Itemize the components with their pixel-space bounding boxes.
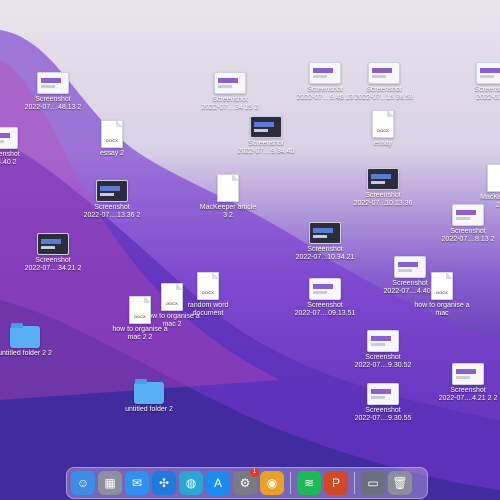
cleanmymac-icon[interactable]: ◍ (179, 471, 203, 495)
desktop-icon-docx[interactable]: MacKeeper article 3 2 (188, 174, 268, 220)
desktop-icon-screenshot[interactable]: Screenshot 2022-07...10.34.21 (285, 222, 365, 262)
desktop-icon-label: Screenshot 2022-07....9.30.55 (354, 407, 412, 422)
docx-file-icon: DOCX (372, 110, 394, 138)
spotify-icon[interactable]: ≋ (297, 471, 321, 495)
docx-file-icon: DOCX (431, 272, 453, 300)
desktop-icon-label: Screenshot 2022-07...10.34.21 (295, 246, 355, 261)
desktop-icon-screenshot[interactable]: Screenshot 2022-07...10.13.36 (343, 168, 423, 208)
app-store-icon[interactable]: A (206, 471, 230, 495)
desktop-icon-screenshot[interactable]: Screenshot 2022-07....34.15 2 (190, 72, 270, 112)
screenshot-thumbnail-icon (309, 222, 341, 244)
screenshot-thumbnail-icon (214, 72, 246, 94)
desktop-icon-screenshot[interactable]: Screenshot 2022-07....9.30.52 (343, 330, 423, 370)
dock-separator (290, 472, 291, 494)
desktop-icon-label: Screenshot 2022-07....9.30.52 (354, 354, 412, 369)
document-icon[interactable]: ▭ (361, 471, 385, 495)
screenshot-thumbnail-icon (367, 330, 399, 352)
desktop-icon-label: how to organise a mac 2 2 (112, 326, 168, 341)
desktop-icon-label: how to organise a mac (414, 302, 470, 317)
screenshot-thumbnail-icon (368, 62, 400, 84)
desktop-icon-label: Screenshot 2022-07...10.13.36 (353, 192, 413, 207)
desktop-icon-folder[interactable]: untitled folder 2 2 (0, 323, 65, 358)
desktop-icon-screenshot[interactable]: Screenshot 2022-07...15.36.58 (344, 62, 424, 102)
screenshot-thumbnail-icon (309, 62, 341, 84)
finder-icon[interactable]: ☺ (71, 471, 95, 495)
screenshot-thumbnail-icon (96, 180, 128, 202)
desktop-icon-label: untitled folder 2 (125, 406, 173, 413)
desktop-icon-docx[interactable]: DOCX how to organise a mac (402, 272, 482, 318)
desktop-icon-label: Screenshot 2022-07...15.36.58 (354, 86, 414, 101)
desktop-icon-label: Screenshot 2022-07....4.21 2 2 (438, 387, 498, 402)
desktop-icon-docx[interactable]: DOCX essay (343, 110, 423, 148)
powerpoint-icon[interactable]: P (324, 471, 348, 495)
desktop-icon-screenshot[interactable]: Screenshot 2022-07....48.13 2 (13, 72, 93, 112)
screenshot-thumbnail-icon (452, 204, 484, 226)
desktop-icon-label: Screenshot 2022-07....09.13.51 (294, 302, 356, 317)
desktop-icon-screenshot[interactable]: Screenshot 2022-07....4.21 2 2 (428, 363, 500, 403)
desktop-icon-label: MacKeeper article 3 2 (199, 204, 257, 219)
docx-file-icon (217, 174, 239, 202)
desktop-icon-label: Screenshot ...34.40 2 (0, 151, 20, 166)
screenshot-thumbnail-icon (367, 383, 399, 405)
notification-badge: 1 (250, 468, 259, 477)
chrome-icon[interactable]: ◉ (260, 471, 284, 495)
docx-file-icon (487, 164, 500, 192)
desktop-icon-label: Screenshot 2022-07....34.21 2 (24, 257, 82, 272)
screenshot-thumbnail-icon (309, 278, 341, 300)
desktop-icon-screenshot[interactable]: Screenshot 2022-07....13.36 2 (72, 180, 152, 220)
desktop-icon-label: Screenshot 2022-07....8.13 2 (441, 228, 495, 243)
desktop-icon-screenshot[interactable]: Screenshot 2022-07....09.13.51 (285, 278, 365, 318)
desktop-icon-screenshot[interactable]: Screenshot 2022-07....9.34.40 (226, 116, 306, 156)
desktop-icon-screenshot[interactable]: Screenshot 2022-07....8.13 2 (428, 204, 500, 244)
desktop-icon-screenshot[interactable]: Screenshot ...34.40 2 (0, 127, 42, 167)
screenshot-thumbnail-icon (37, 233, 69, 255)
desktop-icon-label: Screenshot 2022-07....13.36 2 (83, 204, 141, 219)
desktop-icon-docx[interactable]: DOCX how to organise a mac 2 2 (100, 296, 180, 342)
screenshot-thumbnail-icon (250, 116, 282, 138)
desktop-icon-label: untitled folder 2 2 (0, 350, 52, 357)
screenshot-thumbnail-icon (476, 62, 500, 84)
desktop-icon-docx[interactable]: DOCX essay 2 (72, 120, 152, 158)
trash-icon[interactable]: 🗑 (388, 471, 412, 495)
mail-icon[interactable]: ✉ (125, 471, 149, 495)
desktop-icon-label: essay 2 (99, 150, 125, 157)
docx-file-icon: DOCX (101, 120, 123, 148)
desktop-icon-label: Screenshot 2022-07....34.15 2 (201, 96, 259, 111)
desktop-icon-label: Screenshot 2022-07....48.13 2 (24, 96, 82, 111)
screenshot-thumbnail-icon (0, 127, 18, 149)
dock: ☺ ▦ ✉ ✣ ◍ A ⚙ 1 ◉ ≋ P ▭ 🗑 (66, 467, 428, 499)
screenshot-thumbnail-icon (367, 168, 399, 190)
screenshot-thumbnail-icon (37, 72, 69, 94)
desktop-icon-label: essay (373, 140, 393, 147)
desktop-icon-label: Screenshot 2022-07....9.34.40 (237, 140, 295, 155)
desktop-icon-screenshot[interactable]: Screenshot 2022-07... (452, 62, 500, 102)
desktop-icon-label: Screenshot 2022-07... (474, 86, 500, 101)
folder-icon (134, 379, 164, 404)
system-preferences-icon[interactable]: ⚙ 1 (233, 468, 259, 495)
desktop-icon-folder[interactable]: untitled folder 2 (109, 379, 189, 414)
desktop-icon-screenshot[interactable]: Screenshot 2022-07....34.21 2 (13, 233, 93, 273)
launchpad-icon[interactable]: ▦ (98, 471, 122, 495)
safari-icon[interactable]: ✣ (152, 471, 176, 495)
folder-icon (10, 323, 40, 348)
desktop-icon-screenshot[interactable]: Screenshot 2022-07....9.30.55 (343, 383, 423, 423)
screenshot-thumbnail-icon (452, 363, 484, 385)
dock-separator (354, 472, 355, 494)
docx-file-icon: DOCX (129, 296, 151, 324)
